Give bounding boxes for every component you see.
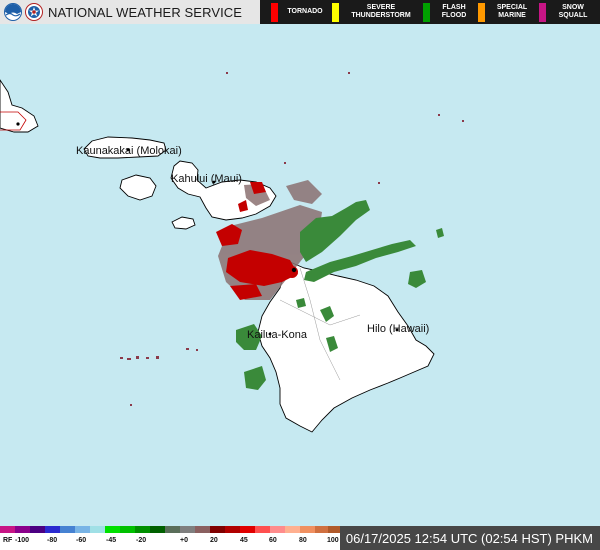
legend-swatch-severe-thunderstorm: [332, 2, 339, 22]
legend-swatch-flash-flood: [423, 2, 430, 22]
brand: NATIONAL WEATHER SERVICE: [0, 0, 260, 24]
legend-swatch-snow-squall: [539, 2, 546, 22]
scale-tick: -80: [47, 537, 58, 544]
reflectivity-scale: RF -100 -80 -60 -45 -20 +0 20 45 60 80 1…: [0, 526, 340, 550]
label-kailua-kona: Kailua-Kona: [247, 329, 307, 341]
legend-label-special-marine: SPECIAL MARINE: [496, 4, 528, 19]
scale-tick: -20: [136, 537, 147, 544]
legend-swatch-tornado: [271, 2, 278, 22]
legend-item-special-marine: SPECIAL MARINE: [478, 0, 539, 24]
island-kahoolawe: [171, 216, 196, 230]
legend-label-flash-flood: FLASH FLOOD: [441, 4, 467, 19]
scale-tick: -100: [15, 537, 30, 544]
scale-tick: -60: [76, 537, 87, 544]
brand-name: NATIONAL WEATHER SERVICE: [48, 4, 243, 20]
legend-item-snow-squall: SNOW SQUALL: [539, 0, 600, 24]
scale-prefix: RF: [3, 537, 13, 544]
city-dot-honolulu: [16, 122, 20, 126]
legend-label-tornado: TORNADO: [287, 8, 323, 15]
noaa-logo-icon: [4, 3, 22, 21]
reflectivity-colorbar: [0, 526, 340, 533]
nws-logo-icon: [25, 3, 43, 21]
timestamp: 06/17/2025 12:54 UTC (02:54 HST) PHKM: [340, 526, 600, 550]
scale-tick: 80: [299, 537, 307, 544]
label-kahului: Kahului (Maui): [171, 173, 242, 185]
legend-item-tornado: TORNADO: [271, 0, 332, 24]
label-hilo: Hilo (Hawaii): [367, 323, 430, 335]
header-bar: NATIONAL WEATHER SERVICE TORNADO SEVERE …: [0, 0, 600, 24]
island-hawaii: [257, 261, 435, 433]
scale-tick: 20: [210, 537, 218, 544]
legend-label-severe-thunderstorm: SEVERE THUNDERSTORM: [351, 4, 411, 19]
legend-item-severe-thunderstorm: SEVERE THUNDERSTORM: [332, 0, 423, 24]
warning-legend: TORNADO SEVERE THUNDERSTORM FLASH FLOOD …: [260, 0, 600, 24]
legend-item-flash-flood: FLASH FLOOD: [423, 0, 478, 24]
scale-tick: 60: [269, 537, 277, 544]
island-lanai: [119, 174, 157, 201]
scale-tick: 100: [327, 537, 339, 544]
scale-tick: 45: [240, 537, 248, 544]
scale-tick: -45: [106, 537, 117, 544]
legend-label-snow-squall: SNOW SQUALL: [558, 4, 588, 19]
bottom-bar: RF -100 -80 -60 -45 -20 +0 20 45 60 80 1…: [0, 526, 600, 550]
label-kaunakakai: Kaunakakai (Molokai): [76, 145, 182, 157]
scale-tick: +0: [180, 537, 188, 544]
legend-swatch-special-marine: [478, 2, 485, 22]
radar-map[interactable]: [0, 24, 600, 526]
radar-site-marker: [291, 267, 297, 273]
